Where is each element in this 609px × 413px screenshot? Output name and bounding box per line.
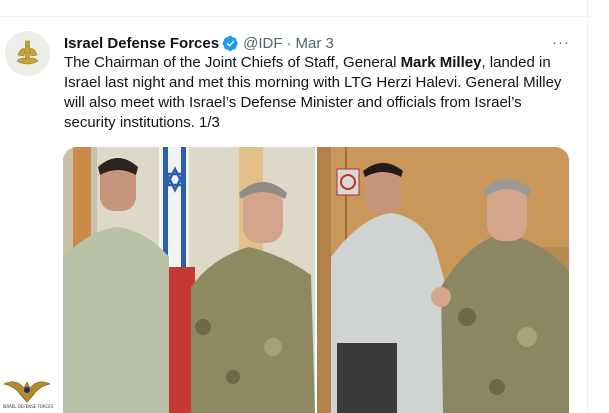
verified-badge-icon xyxy=(222,35,238,51)
author-name[interactable]: Israel Defense Forces xyxy=(64,35,219,52)
mention-name: Mark Milley xyxy=(400,54,482,71)
photo-left-image xyxy=(63,147,315,413)
right-divider xyxy=(587,0,588,413)
watermark-text: ISRAEL DEFENSE FORCES xyxy=(2,404,54,409)
tweet-date[interactable]: Mar 3 xyxy=(295,35,333,52)
photo-left[interactable] xyxy=(63,147,315,413)
tweet-text-part: The Chairman of the Joint Chiefs of Staf… xyxy=(64,54,401,71)
tweet-text: The Chairman of the Joint Chiefs of Staf… xyxy=(64,53,572,133)
top-divider xyxy=(0,0,590,17)
tweet-header: Israel Defense Forces @IDF · Mar 3 xyxy=(64,33,334,53)
photo-right[interactable] xyxy=(317,147,569,413)
more-icon[interactable]: ··· xyxy=(551,34,571,51)
photo-right-image xyxy=(317,147,569,413)
avatar[interactable] xyxy=(5,31,50,76)
header-separator: · xyxy=(286,34,292,52)
tweet-media[interactable] xyxy=(63,147,569,413)
watermark-logo: ISRAEL DEFENSE FORCES xyxy=(2,374,54,413)
eagle-emblem-icon xyxy=(3,381,51,403)
idf-emblem-icon xyxy=(5,31,50,76)
author-handle[interactable]: @IDF xyxy=(243,35,282,52)
